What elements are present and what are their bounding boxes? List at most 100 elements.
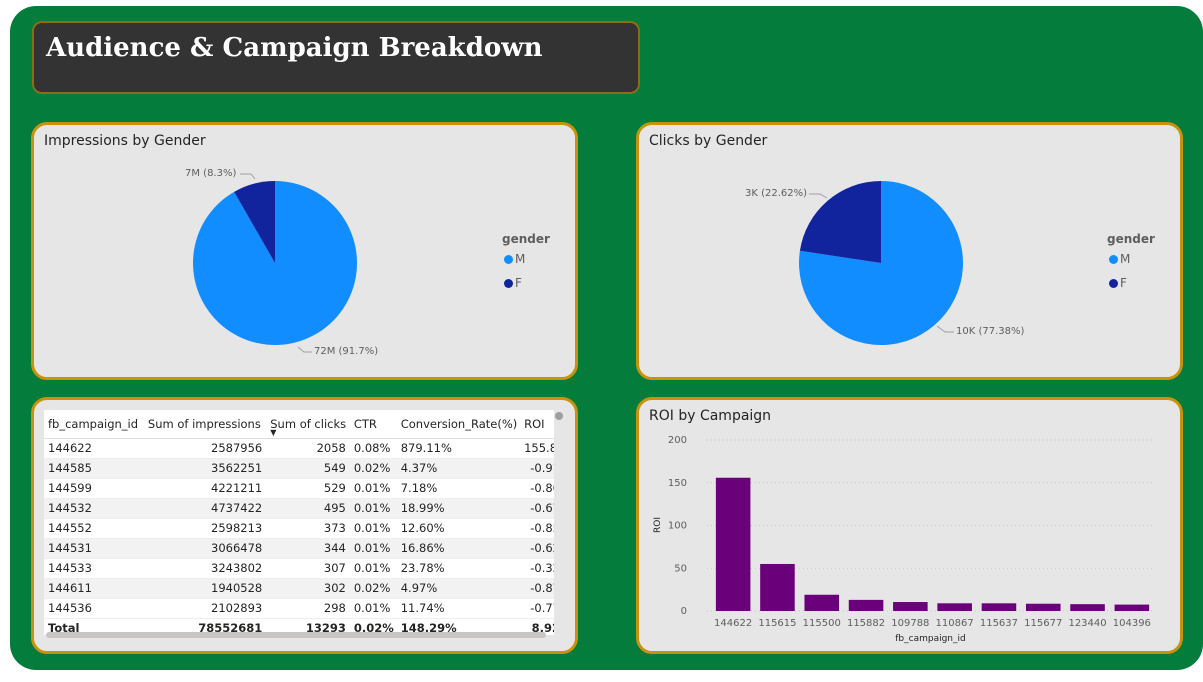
table-cell-impressions: 3243802 — [143, 558, 267, 579]
column-header-impressions[interactable]: Sum of impressions — [143, 410, 267, 439]
table-cell-impressions: 2587956 — [143, 438, 267, 459]
table-cell-conversion-rate: 879.11% — [396, 438, 521, 459]
legend-label-m: M — [1120, 252, 1131, 266]
table-cell-clicks: 2058 — [266, 438, 350, 459]
vertical-scrollbar[interactable] — [555, 412, 563, 420]
roi-bar[interactable] — [760, 563, 795, 611]
roi-bar[interactable] — [1114, 604, 1150, 611]
table-row[interactable]: 14458535622515490.02%4.37%-0.91 — [44, 458, 554, 479]
table-cell-roi: -0.91 — [520, 458, 554, 479]
table-row[interactable]: 14453130664783440.01%16.86%-0.62 — [44, 538, 554, 559]
campaign-table[interactable]: fb_campaign_id Sum of impressions Sum of… — [44, 410, 554, 635]
clicks-by-gender-card[interactable]: Clicks by Gender 3K (22.62%) 10K (77.38%… — [636, 122, 1183, 380]
table-cell-conversion-rate: 4.97% — [396, 578, 521, 599]
roi-bar[interactable] — [804, 594, 840, 611]
table-cell-impressions: 1940528 — [143, 578, 267, 599]
sort-descending-icon[interactable]: ▼ — [270, 429, 276, 437]
roi-bar[interactable] — [1070, 604, 1105, 611]
table-cell-campaign-id: 144622 — [44, 438, 144, 459]
table-cell-campaign-id: 144532 — [44, 498, 144, 519]
x-tick-label: 144622 — [714, 618, 752, 629]
table-row[interactable]: 14455225982133730.01%12.60%-0.85 — [44, 518, 554, 539]
table-cell-conversion-rate: 23.78% — [396, 558, 521, 579]
impressions-legend-item-f[interactable]: F — [504, 276, 522, 290]
impressions-legend-title: gender — [502, 232, 550, 246]
table-cell-campaign-id: 144585 — [44, 458, 144, 479]
impressions-legend-item-m[interactable]: M — [504, 252, 525, 266]
table-cell-clicks: 549 — [266, 458, 350, 479]
table-cell-conversion-rate: 11.74% — [396, 598, 521, 619]
table-cell-roi: 155.85 — [520, 438, 554, 459]
table-row[interactable]: 14453621028932980.01%11.74%-0.77 — [44, 598, 554, 619]
table-row[interactable]: 14461119405283020.02%4.97%-0.87 — [44, 578, 554, 599]
horizontal-scrollbar[interactable] — [46, 632, 546, 638]
x-tick-label: 115500 — [803, 618, 841, 629]
table-cell-ctr: 0.01% — [349, 538, 397, 559]
y-tick-label: 50 — [674, 563, 687, 574]
clicks-pie-slice-f[interactable] — [799, 181, 881, 263]
y-tick-label: 100 — [668, 521, 687, 532]
column-header-clicks[interactable]: Sum of clicks ▼ — [266, 410, 350, 439]
impressions-by-gender-card[interactable]: Impressions by Gender 7M (8.3%) 72M (91.… — [31, 122, 578, 380]
roi-bar[interactable] — [893, 602, 928, 611]
roi-by-campaign-card[interactable]: ROI by Campaign 0 50 100 150 200 ROI 144622 115… — [636, 397, 1183, 654]
table-cell-clicks: 307 — [266, 558, 350, 579]
column-header-campaign-id[interactable]: fb_campaign_id — [44, 410, 144, 439]
roi-bar[interactable] — [715, 477, 751, 611]
column-header-conversion-rate[interactable]: Conversion_Rate(%) — [396, 410, 521, 439]
impressions-pie-chart[interactable] — [34, 125, 578, 380]
clicks-pie-chart[interactable] — [639, 125, 1183, 380]
y-axis-label: ROI — [653, 517, 663, 533]
table-cell-campaign-id: 144599 — [44, 478, 144, 499]
column-header-roi[interactable]: ROI — [520, 410, 554, 439]
table-cell-roi: -0.85 — [520, 518, 554, 539]
x-tick-label: 115615 — [758, 618, 796, 629]
roi-bar-chart[interactable]: 0 50 100 150 200 ROI 144622 115615 115500 115882 1… — [639, 400, 1183, 654]
clicks-legend-item-m[interactable]: M — [1109, 252, 1130, 266]
table-cell-impressions: 4737422 — [143, 498, 267, 519]
table-cell-campaign-id: 144536 — [44, 598, 144, 619]
x-tick-label: 104396 — [1113, 618, 1151, 629]
roi-bar[interactable] — [981, 603, 1017, 611]
table-cell-roi: -0.86 — [520, 478, 554, 499]
table-cell-clicks: 302 — [266, 578, 350, 599]
table-row[interactable]: 14453247374224950.01%18.99%-0.67 — [44, 498, 554, 519]
x-tick-label: 109788 — [891, 618, 929, 629]
table-cell-roi: -0.77 — [520, 598, 554, 619]
legend-label-m: M — [515, 252, 526, 266]
table-cell-ctr: 0.02% — [349, 578, 397, 599]
table-cell-roi: -0.32 — [520, 558, 554, 579]
campaign-table-card[interactable]: fb_campaign_id Sum of impressions Sum of… — [31, 397, 578, 654]
table-cell-clicks: 344 — [266, 538, 350, 559]
table-cell-clicks: 373 — [266, 518, 350, 539]
table-cell-conversion-rate: 16.86% — [396, 538, 521, 559]
table-cell-impressions: 4221211 — [143, 478, 267, 499]
table-cell-campaign-id: 144552 — [44, 518, 144, 539]
table-cell-roi: -0.62 — [520, 538, 554, 559]
table-cell-clicks: 298 — [266, 598, 350, 619]
table-cell-impressions: 2102893 — [143, 598, 267, 619]
clicks-m-data-label: 10K (77.38%) — [956, 326, 1025, 337]
table-cell-ctr: 0.01% — [349, 598, 397, 619]
x-axis-label: fb_campaign_id — [895, 634, 965, 644]
column-header-ctr[interactable]: CTR — [349, 410, 397, 439]
roi-bar[interactable] — [937, 603, 972, 611]
y-tick-label: 0 — [681, 606, 687, 617]
table-cell-clicks: 529 — [266, 478, 350, 499]
table-cell-conversion-rate: 12.60% — [396, 518, 521, 539]
female-legend-dot-icon — [504, 278, 513, 288]
clicks-f-data-label: 3K (22.62%) — [745, 188, 808, 199]
female-legend-dot-icon — [1109, 278, 1118, 288]
column-header-clicks-label: Sum of clicks — [270, 416, 347, 431]
x-tick-label: 115677 — [1024, 618, 1062, 629]
table-row[interactable]: 14459942212115290.01%7.18%-0.86 — [44, 478, 554, 499]
roi-bar[interactable] — [848, 599, 884, 611]
table-cell-ctr: 0.01% — [349, 558, 397, 579]
roi-bar[interactable] — [1025, 603, 1061, 611]
table-row[interactable]: 144622258795620580.08%879.11%155.85 — [44, 438, 554, 459]
y-tick-label: 150 — [668, 478, 687, 489]
table-row[interactable]: 14453332438023070.01%23.78%-0.32 — [44, 558, 554, 579]
clicks-legend-item-f[interactable]: F — [1109, 276, 1127, 290]
y-tick-label: 200 — [668, 435, 687, 446]
table-cell-roi: -0.67 — [520, 498, 554, 519]
